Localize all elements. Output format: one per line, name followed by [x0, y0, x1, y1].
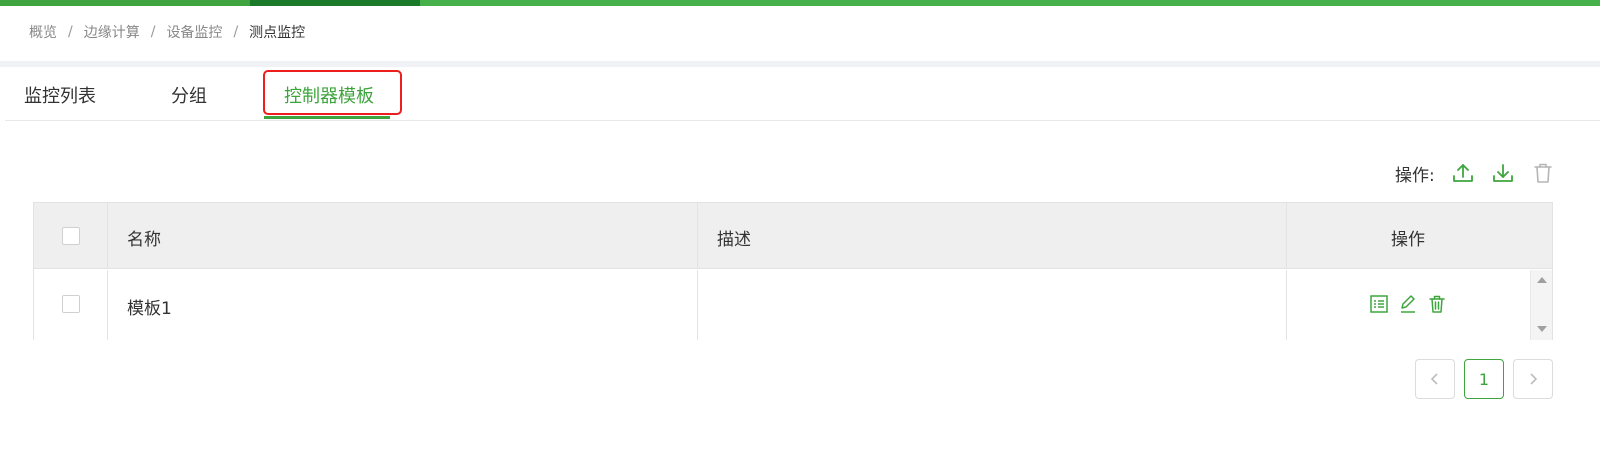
- column-divider: [697, 270, 698, 340]
- upload-icon[interactable]: [1449, 159, 1477, 187]
- delete-icon[interactable]: [1427, 294, 1447, 314]
- table-body: 模板1: [34, 270, 1552, 340]
- edit-icon[interactable]: [1398, 294, 1418, 314]
- column-divider: [107, 270, 108, 340]
- breadcrumb-current: 测点监控: [249, 25, 306, 41]
- ops-label: 操作:: [1395, 165, 1435, 186]
- main-panel: 监控列表 分组 控制器模板 操作: 名称 描述 操作 模板1 1: [5, 67, 1600, 449]
- next-page-button[interactable]: [1513, 359, 1553, 399]
- table-scrollbar[interactable]: [1530, 270, 1552, 340]
- row-name: 模板1: [127, 299, 172, 319]
- column-divider: [1286, 203, 1287, 269]
- active-tab-indicator: [264, 116, 390, 119]
- breadcrumb-separator: /: [68, 24, 73, 40]
- template-table: 名称 描述 操作 模板1: [33, 202, 1553, 340]
- prev-page-button[interactable]: [1415, 359, 1455, 399]
- row-checkbox[interactable]: [62, 295, 80, 313]
- scroll-up-arrow-icon[interactable]: [1537, 277, 1547, 283]
- toolbar-ops: 操作:: [1395, 159, 1557, 187]
- tab-bar: 监控列表 分组 控制器模板: [5, 67, 1600, 121]
- column-divider: [107, 203, 108, 269]
- scroll-down-arrow-icon[interactable]: [1537, 326, 1547, 332]
- chevron-right-icon: [1530, 373, 1538, 385]
- header-actions: 操作: [1391, 230, 1425, 250]
- column-divider: [697, 203, 698, 269]
- row-actions: [1369, 294, 1456, 314]
- breadcrumb-item-device-monitoring[interactable]: 设备监控: [166, 22, 222, 42]
- header-description[interactable]: 描述: [717, 225, 751, 250]
- page-button[interactable]: 1: [1464, 359, 1504, 399]
- breadcrumb-item-edge-computing[interactable]: 边缘计算: [84, 22, 140, 42]
- tab-group[interactable]: 分组: [171, 82, 207, 108]
- select-all-checkbox[interactable]: [62, 227, 80, 245]
- highlight-box: [263, 70, 402, 115]
- table-header: 名称 描述 操作: [34, 203, 1552, 269]
- breadcrumb-item-overview[interactable]: 概览: [29, 22, 57, 42]
- breadcrumb-separator: /: [233, 24, 239, 40]
- tab-monitor-list[interactable]: 监控列表: [24, 82, 96, 108]
- header-name[interactable]: 名称: [127, 225, 161, 250]
- chevron-left-icon: [1430, 373, 1438, 385]
- column-divider: [1286, 270, 1287, 340]
- breadcrumb-separator: /: [150, 24, 156, 40]
- breadcrumb-area: 概览 / 边缘计算 / 设备监控 / 测点监控: [0, 6, 1600, 61]
- breadcrumb: 概览 / 边缘计算 / 设备监控 / 测点监控: [29, 22, 305, 42]
- trash-icon[interactable]: [1529, 159, 1557, 187]
- download-icon[interactable]: [1489, 159, 1517, 187]
- detail-icon[interactable]: [1369, 294, 1389, 314]
